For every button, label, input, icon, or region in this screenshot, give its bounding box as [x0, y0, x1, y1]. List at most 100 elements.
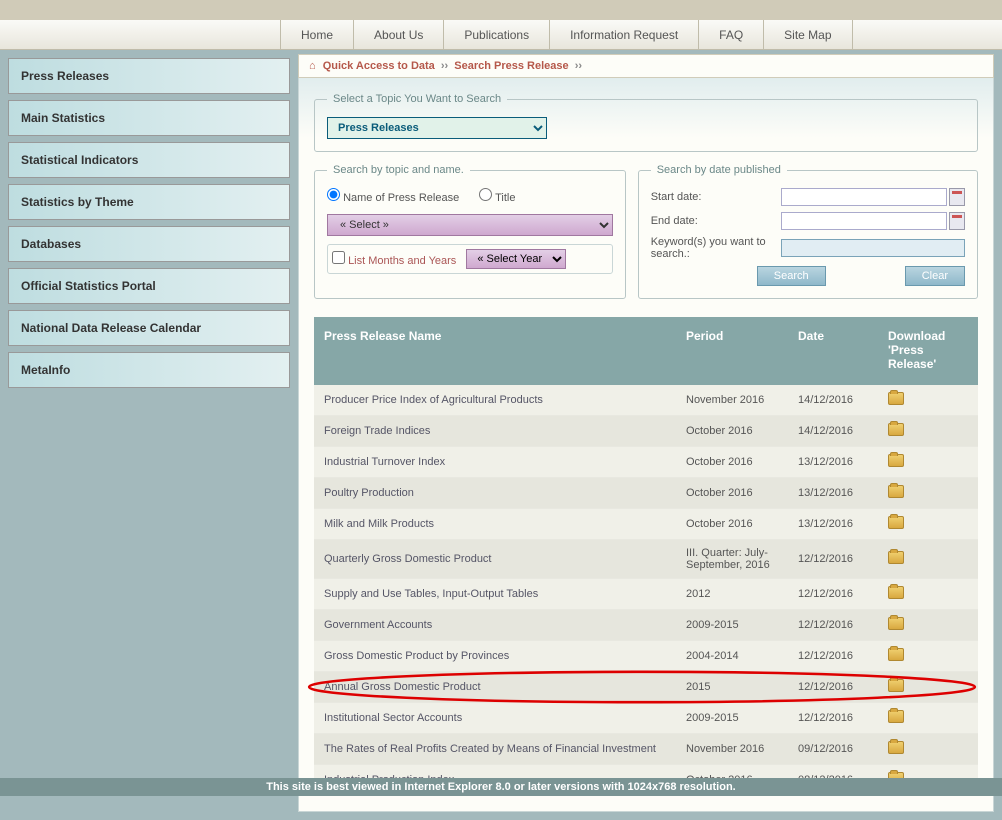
folder-icon[interactable]: [888, 516, 904, 529]
folder-icon[interactable]: [888, 741, 904, 754]
col-header-date: Date: [798, 329, 888, 373]
table-row[interactable]: Gross Domestic Product by Provinces2004-…: [314, 641, 978, 672]
folder-icon[interactable]: [888, 454, 904, 467]
row-name: Poultry Production: [324, 487, 686, 499]
keyword-input[interactable]: [781, 239, 965, 257]
row-period: November 2016: [686, 394, 798, 406]
end-date-label: End date:: [651, 215, 781, 227]
results-table: Press Release Name Period Date Download …: [314, 317, 978, 796]
name-select[interactable]: « Select »: [327, 214, 613, 236]
topic-select[interactable]: Press Releases: [327, 117, 547, 139]
search-by-fieldset: Search by topic and name. Name of Press …: [314, 164, 626, 299]
row-period: 2015: [686, 681, 798, 693]
nav-info-request[interactable]: Information Request: [550, 20, 699, 49]
breadcrumb-item-2[interactable]: Search Press Release: [454, 60, 568, 72]
folder-icon[interactable]: [888, 648, 904, 661]
folder-icon[interactable]: [888, 710, 904, 723]
row-date: 14/12/2016: [798, 394, 888, 406]
end-date-input[interactable]: [781, 212, 947, 230]
header-banner: [0, 0, 1002, 20]
nav-sitemap[interactable]: Site Map: [764, 20, 852, 49]
radio-name-label[interactable]: Name of Press Release: [327, 188, 459, 204]
row-date: 14/12/2016: [798, 425, 888, 437]
row-date: 12/12/2016: [798, 681, 888, 693]
nav-publications[interactable]: Publications: [444, 20, 550, 49]
start-date-input[interactable]: [781, 188, 947, 206]
folder-icon[interactable]: [888, 551, 904, 564]
col-header-download: Download 'Press Release': [888, 329, 968, 373]
nav-home[interactable]: Home: [280, 20, 354, 49]
sidebar: Press Releases Main Statistics Statistic…: [0, 50, 298, 820]
sidebar-metainfo[interactable]: MetaInfo: [8, 352, 290, 388]
sidebar-statistics-by-theme[interactable]: Statistics by Theme: [8, 184, 290, 220]
row-date: 13/12/2016: [798, 487, 888, 499]
row-period: 2009-2015: [686, 619, 798, 631]
radio-title[interactable]: [479, 188, 492, 201]
sidebar-official-statistics-portal[interactable]: Official Statistics Portal: [8, 268, 290, 304]
sidebar-statistical-indicators[interactable]: Statistical Indicators: [8, 142, 290, 178]
row-period: November 2016: [686, 743, 798, 755]
row-period: 2012: [686, 588, 798, 600]
row-download: [888, 392, 968, 408]
row-date: 12/12/2016: [798, 553, 888, 565]
folder-icon[interactable]: [888, 617, 904, 630]
table-row[interactable]: Institutional Sector Accounts2009-201512…: [314, 703, 978, 734]
folder-icon[interactable]: [888, 485, 904, 498]
table-row[interactable]: Government Accounts2009-201512/12/2016: [314, 610, 978, 641]
home-icon[interactable]: ⌂: [309, 60, 316, 72]
search-date-fieldset: Search by date published Start date: End…: [638, 164, 978, 299]
nav-faq[interactable]: FAQ: [699, 20, 764, 49]
sidebar-press-releases[interactable]: Press Releases: [8, 58, 290, 94]
row-period: 2009-2015: [686, 712, 798, 724]
topic-legend: Select a Topic You Want to Search: [327, 93, 507, 105]
breadcrumb-item-1[interactable]: Quick Access to Data: [323, 60, 435, 72]
folder-icon[interactable]: [888, 423, 904, 436]
folder-icon[interactable]: [888, 392, 904, 405]
row-download: [888, 617, 968, 633]
table-row[interactable]: Supply and Use Tables, Input-Output Tabl…: [314, 579, 978, 610]
row-name: Institutional Sector Accounts: [324, 712, 686, 724]
row-download: [888, 423, 968, 439]
select-year[interactable]: « Select Year: [466, 249, 566, 269]
radio-title-label[interactable]: Title: [479, 188, 515, 204]
nav-about[interactable]: About Us: [354, 20, 444, 49]
main-nav: Home About Us Publications Information R…: [0, 20, 1002, 50]
list-months-label[interactable]: List Months and Years: [332, 251, 456, 267]
row-date: 13/12/2016: [798, 456, 888, 468]
calendar-icon[interactable]: [949, 212, 965, 230]
row-download: [888, 741, 968, 757]
row-download: [888, 710, 968, 726]
row-date: 12/12/2016: [798, 650, 888, 662]
calendar-icon[interactable]: [949, 188, 965, 206]
row-period: 2004-2014: [686, 650, 798, 662]
table-row[interactable]: Producer Price Index of Agricultural Pro…: [314, 385, 978, 416]
row-download: [888, 648, 968, 664]
table-row[interactable]: Poultry ProductionOctober 201613/12/2016: [314, 478, 978, 509]
footer-note: This site is best viewed in Internet Exp…: [0, 778, 1002, 796]
row-download: [888, 586, 968, 602]
sidebar-national-data-release-calendar[interactable]: National Data Release Calendar: [8, 310, 290, 346]
folder-icon[interactable]: [888, 586, 904, 599]
results-header: Press Release Name Period Date Download …: [314, 317, 978, 385]
row-download: [888, 679, 968, 695]
table-row[interactable]: The Rates of Real Profits Created by Mea…: [314, 734, 978, 765]
row-name: Government Accounts: [324, 619, 686, 631]
table-row[interactable]: Quarterly Gross Domestic ProductIII. Qua…: [314, 540, 978, 579]
table-row[interactable]: Milk and Milk ProductsOctober 201613/12/…: [314, 509, 978, 540]
row-period: October 2016: [686, 518, 798, 530]
table-row[interactable]: Industrial Turnover IndexOctober 201613/…: [314, 447, 978, 478]
row-download: [888, 516, 968, 532]
table-row[interactable]: Foreign Trade IndicesOctober 201614/12/2…: [314, 416, 978, 447]
table-row[interactable]: Annual Gross Domestic Product201512/12/2…: [314, 672, 978, 703]
folder-icon[interactable]: [888, 679, 904, 692]
row-date: 12/12/2016: [798, 619, 888, 631]
row-period: October 2016: [686, 487, 798, 499]
breadcrumb-sep-end: ››: [575, 60, 582, 72]
sidebar-databases[interactable]: Databases: [8, 226, 290, 262]
clear-button[interactable]: Clear: [905, 266, 965, 286]
list-months-checkbox[interactable]: [332, 251, 345, 264]
search-button[interactable]: Search: [757, 266, 826, 286]
radio-name[interactable]: [327, 188, 340, 201]
sidebar-main-statistics[interactable]: Main Statistics: [8, 100, 290, 136]
row-name: Quarterly Gross Domestic Product: [324, 553, 686, 565]
